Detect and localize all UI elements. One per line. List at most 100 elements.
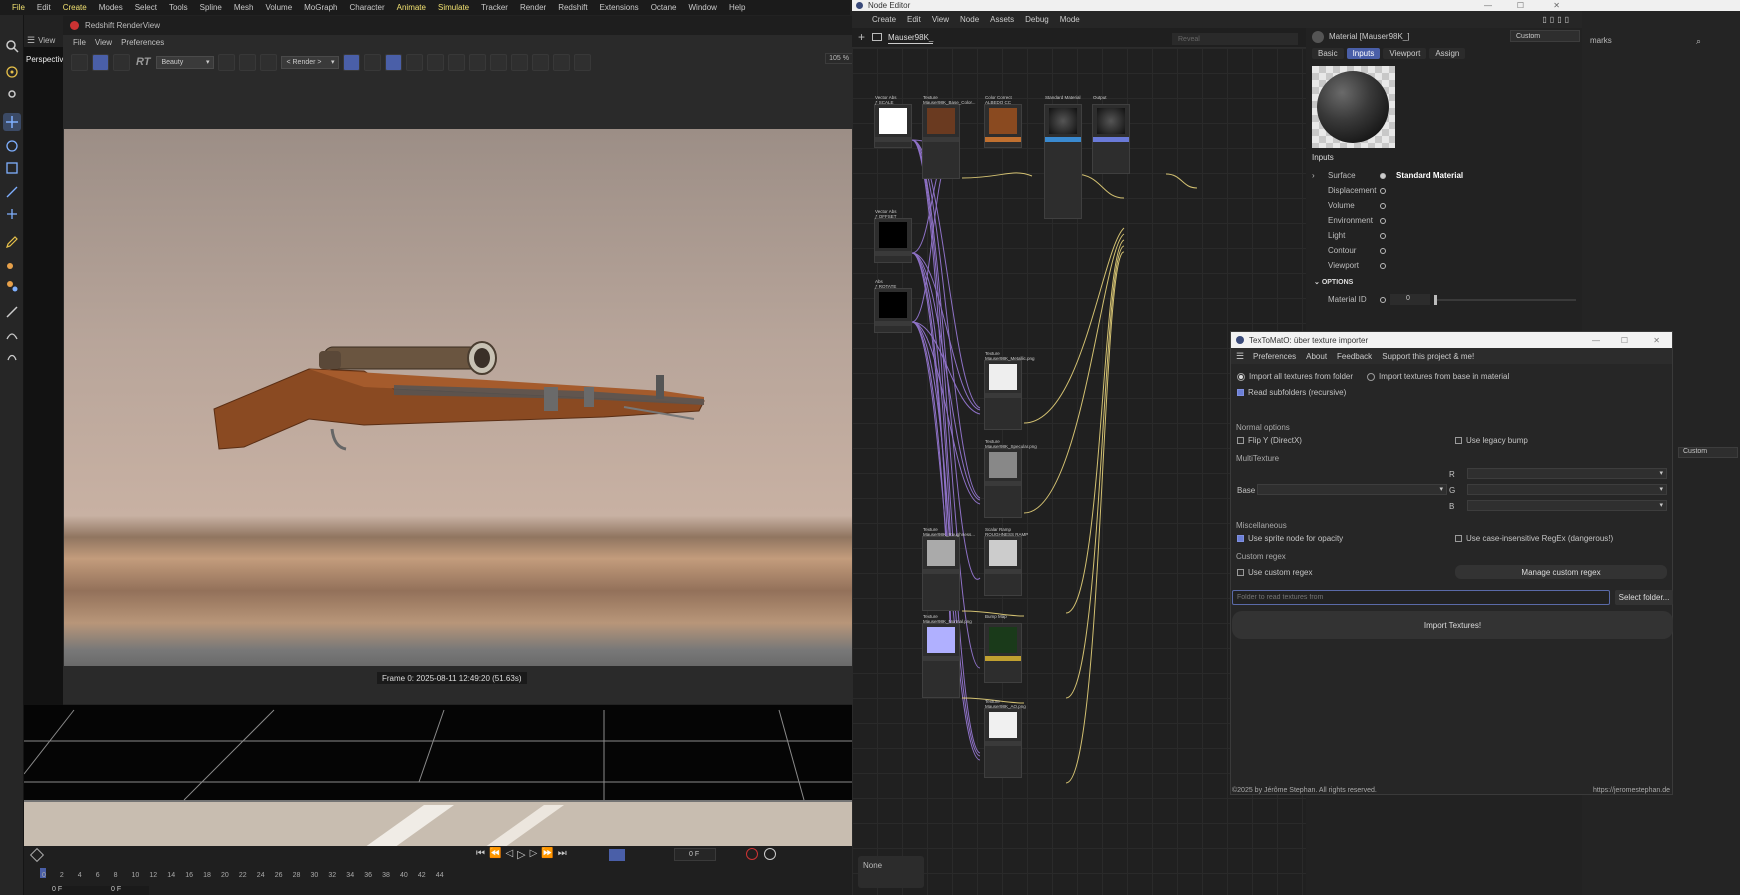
hamburger-icon[interactable]: ☰ bbox=[27, 35, 35, 46]
zoom-level[interactable]: 105 % bbox=[825, 53, 853, 64]
loop-button[interactable] bbox=[609, 849, 625, 861]
sphere-icon[interactable] bbox=[218, 53, 236, 71]
render-target-select[interactable]: < Render > ▾ bbox=[281, 55, 340, 69]
ne-menu-edit[interactable]: Edit bbox=[907, 15, 921, 24]
material-id-slider[interactable] bbox=[1434, 295, 1576, 305]
attribute-mode-select[interactable]: Custom bbox=[1510, 30, 1580, 42]
tx-menu-preferences[interactable]: Preferences bbox=[1253, 352, 1296, 361]
tab-basic[interactable]: Basic bbox=[1312, 48, 1344, 59]
tx-menu-feedback[interactable]: Feedback bbox=[1337, 352, 1372, 361]
brush-tool-icon[interactable] bbox=[3, 255, 21, 273]
node-texture-roughness[interactable]: Texture Mauser98K_Roughness... bbox=[922, 527, 975, 611]
menu-create[interactable]: Create bbox=[57, 3, 93, 12]
scale-tool-icon[interactable] bbox=[3, 159, 21, 177]
current-frame-field[interactable]: 0 F bbox=[674, 848, 716, 861]
g-select[interactable]: ▾ bbox=[1467, 484, 1667, 495]
node-texture-specular[interactable]: Texture Mauser98K_Specular.png bbox=[984, 439, 1037, 518]
snap-tool-icon[interactable] bbox=[3, 205, 21, 223]
surface-port-dot[interactable] bbox=[1380, 173, 1386, 179]
ne-menu-view[interactable]: View bbox=[932, 15, 949, 24]
next-frame-icon[interactable]: ▷ bbox=[530, 848, 538, 861]
grid-icon[interactable] bbox=[239, 53, 257, 71]
node-color-correct[interactable]: Color Correct ALBEDO CC bbox=[984, 95, 1022, 148]
close-icon[interactable]: ✕ bbox=[1653, 336, 1660, 345]
knife-tool-icon[interactable] bbox=[3, 303, 21, 321]
search-icon[interactable]: ⌕ bbox=[1696, 36, 1701, 47]
record-icon[interactable] bbox=[746, 848, 758, 860]
add-icon[interactable]: + bbox=[858, 30, 865, 44]
maximize-icon[interactable]: ☐ bbox=[1517, 1, 1524, 10]
render-start-icon[interactable] bbox=[92, 53, 109, 71]
maximize-icon[interactable]: ☐ bbox=[1621, 336, 1628, 345]
r-select[interactable]: ▾ bbox=[1467, 468, 1667, 479]
folder-path-input[interactable] bbox=[1232, 590, 1610, 605]
menu-character[interactable]: Character bbox=[344, 3, 391, 12]
region-icon[interactable] bbox=[469, 53, 487, 71]
checkbox-legacy-bump[interactable]: Use legacy bump bbox=[1455, 436, 1528, 445]
checkbox-sprite-opacity[interactable]: Use sprite node for opacity bbox=[1237, 534, 1343, 543]
right-mode-select[interactable]: Custom bbox=[1678, 447, 1738, 458]
node-scalar-ramp[interactable]: Scalar Ramp ROUGHNESS RAMP bbox=[984, 527, 1028, 596]
move-tool-icon[interactable] bbox=[3, 113, 21, 131]
rv-menu-view[interactable]: View bbox=[95, 38, 112, 47]
live-select-icon[interactable] bbox=[3, 63, 21, 81]
tag-icon[interactable] bbox=[872, 33, 882, 41]
node-standard-material[interactable]: Standard Material bbox=[1044, 95, 1082, 219]
ne-menu-mode[interactable]: Mode bbox=[1060, 15, 1080, 24]
crop-icon[interactable] bbox=[260, 53, 278, 71]
tab-assign[interactable]: Assign bbox=[1429, 48, 1466, 59]
menu-redshift[interactable]: Redshift bbox=[552, 3, 593, 12]
go-start-icon[interactable]: ⏮ bbox=[476, 848, 485, 861]
menu-spline[interactable]: Spline bbox=[194, 3, 228, 12]
settings-tool-icon[interactable] bbox=[3, 85, 21, 103]
start-frame-field[interactable]: 0 F bbox=[50, 886, 100, 895]
viewport-port-dot[interactable] bbox=[1380, 263, 1386, 269]
chevron-right-icon[interactable]: › bbox=[1312, 171, 1315, 180]
transform-tool-icon[interactable] bbox=[3, 183, 21, 201]
tx-menu-about[interactable]: About bbox=[1306, 352, 1327, 361]
displacement-port-dot[interactable] bbox=[1380, 188, 1386, 194]
next-key-icon[interactable]: ⏩ bbox=[541, 848, 553, 861]
film-icon[interactable] bbox=[71, 53, 88, 71]
light-port-dot[interactable] bbox=[1380, 233, 1386, 239]
layout-icons[interactable]: ▯▯▯▯ bbox=[1542, 15, 1572, 24]
go-end-icon[interactable]: ⏭ bbox=[558, 848, 567, 861]
menu-volume[interactable]: Volume bbox=[259, 3, 298, 12]
menu-help[interactable]: Help bbox=[723, 3, 751, 12]
manage-regex-button[interactable]: Manage custom regex bbox=[1455, 565, 1667, 579]
circle-icon[interactable] bbox=[427, 53, 445, 71]
menu-edit[interactable]: Edit bbox=[31, 3, 57, 12]
node-vector-abs-offset[interactable]: Vector Abs ƒ OFFSET bbox=[874, 209, 912, 263]
minimize-icon[interactable]: — bbox=[1484, 1, 1492, 10]
lock-icon[interactable] bbox=[343, 53, 361, 71]
node-vector-abs-scale[interactable]: Vector Abs ƒ SCALE bbox=[874, 95, 912, 148]
menu-file[interactable]: File bbox=[6, 3, 31, 12]
search-icon[interactable] bbox=[3, 37, 21, 55]
ne-menu-node[interactable]: Node bbox=[960, 15, 979, 24]
menu-render[interactable]: Render bbox=[514, 3, 552, 12]
checkbox-read-subfolders[interactable]: Read subfolders (recursive) bbox=[1237, 388, 1346, 397]
bokeh-icon[interactable] bbox=[406, 53, 424, 71]
options-section-title[interactable]: ⌄ OPTIONS bbox=[1314, 278, 1353, 286]
tx-menu-support[interactable]: Support this project & me! bbox=[1382, 352, 1474, 361]
paint-tool-icon[interactable] bbox=[3, 277, 21, 295]
rv-menu-preferences[interactable]: Preferences bbox=[121, 38, 164, 47]
aov-select[interactable]: Beauty ▾ bbox=[156, 55, 215, 69]
node-output[interactable]: Output bbox=[1092, 95, 1130, 174]
none-preview-box[interactable]: None bbox=[858, 856, 924, 888]
snapshot-list-icon[interactable] bbox=[553, 53, 571, 71]
menu-window[interactable]: Window bbox=[682, 3, 722, 12]
node-texture-base-color[interactable]: Texture Mauser98K_Base_Color... bbox=[922, 95, 976, 179]
menu-tracker[interactable]: Tracker bbox=[475, 3, 514, 12]
tab-inputs[interactable]: Inputs bbox=[1346, 48, 1381, 59]
node-texture-ao[interactable]: Texture Mauser98K_AO.png bbox=[984, 699, 1026, 778]
end-frame-field[interactable]: 0 F bbox=[99, 886, 149, 895]
ne-menu-create[interactable]: Create bbox=[872, 15, 896, 24]
menu-animate[interactable]: Animate bbox=[391, 3, 432, 12]
focus-icon[interactable] bbox=[448, 53, 466, 71]
menu-simulate[interactable]: Simulate bbox=[432, 3, 475, 12]
slider-handle[interactable] bbox=[1434, 295, 1437, 305]
close-icon[interactable]: ✕ bbox=[1553, 1, 1560, 10]
spline-pen-icon[interactable] bbox=[3, 325, 21, 343]
material-id-port-dot[interactable] bbox=[1380, 297, 1386, 303]
